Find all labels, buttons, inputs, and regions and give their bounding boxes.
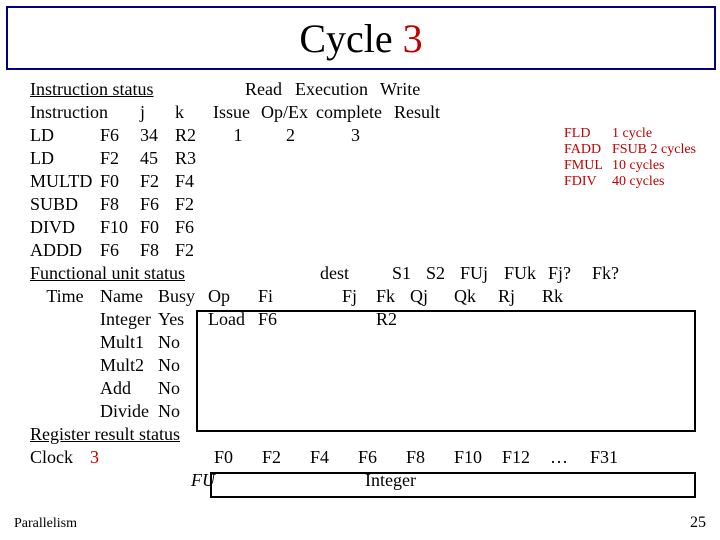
instr-row: DIVD F10 F0 F6: [30, 218, 702, 241]
hdr-instruction: Instruction: [30, 103, 140, 121]
section-instruction-status: Instruction status: [30, 80, 185, 98]
instr-row: SUBD F8 F6 F2: [30, 195, 702, 218]
page-number: 25: [690, 514, 706, 532]
hdr-opex: Op/Ex: [261, 103, 316, 121]
hdr-read: Read: [245, 80, 295, 98]
fu-status-outline: [196, 310, 696, 432]
hdr-j: j: [140, 103, 175, 121]
latency-box: FLD1 cycle FADDFSUB 2 cycles FMUL10 cycl…: [564, 126, 696, 190]
slide: Cycle 3 Instruction status Read Executio…: [0, 0, 720, 540]
section-reg-status: Register result status: [30, 425, 215, 443]
instr-status-header1: Instruction status Read Execution Write: [30, 80, 702, 103]
fu-status-header2: Time Name Busy Op Fi Fj Fk Qj Qk Rj Rk: [30, 287, 702, 310]
slide-title: Cycle 3: [299, 15, 422, 62]
hdr-k: k: [175, 103, 213, 121]
clock-label: Clock: [30, 448, 90, 466]
title-number: 3: [403, 16, 423, 61]
clock-value: 3: [90, 448, 126, 466]
instr-status-header2: Instruction j k Issue Op/Ex complete Res…: [30, 103, 702, 126]
hdr-result: Result: [394, 103, 454, 121]
reg-fu-outline: [210, 472, 696, 498]
reg-header-row: Clock 3 F0 F2 F4 F6 F8 F10 F12 … F31: [30, 448, 702, 471]
section-fu-status: Functional unit status: [30, 264, 220, 282]
hdr-write: Write: [380, 80, 440, 98]
title-box: Cycle 3: [6, 6, 716, 70]
footer-left: Parallelism: [14, 516, 77, 532]
hdr-complete: complete: [316, 103, 394, 121]
hdr-execution: Execution: [295, 80, 380, 98]
title-prefix: Cycle: [299, 16, 402, 61]
instr-row: ADDD F6 F8 F2: [30, 241, 702, 264]
fu-status-header1: Functional unit status dest S1 S2 FUj FU…: [30, 264, 702, 287]
hdr-issue: Issue: [213, 103, 261, 121]
